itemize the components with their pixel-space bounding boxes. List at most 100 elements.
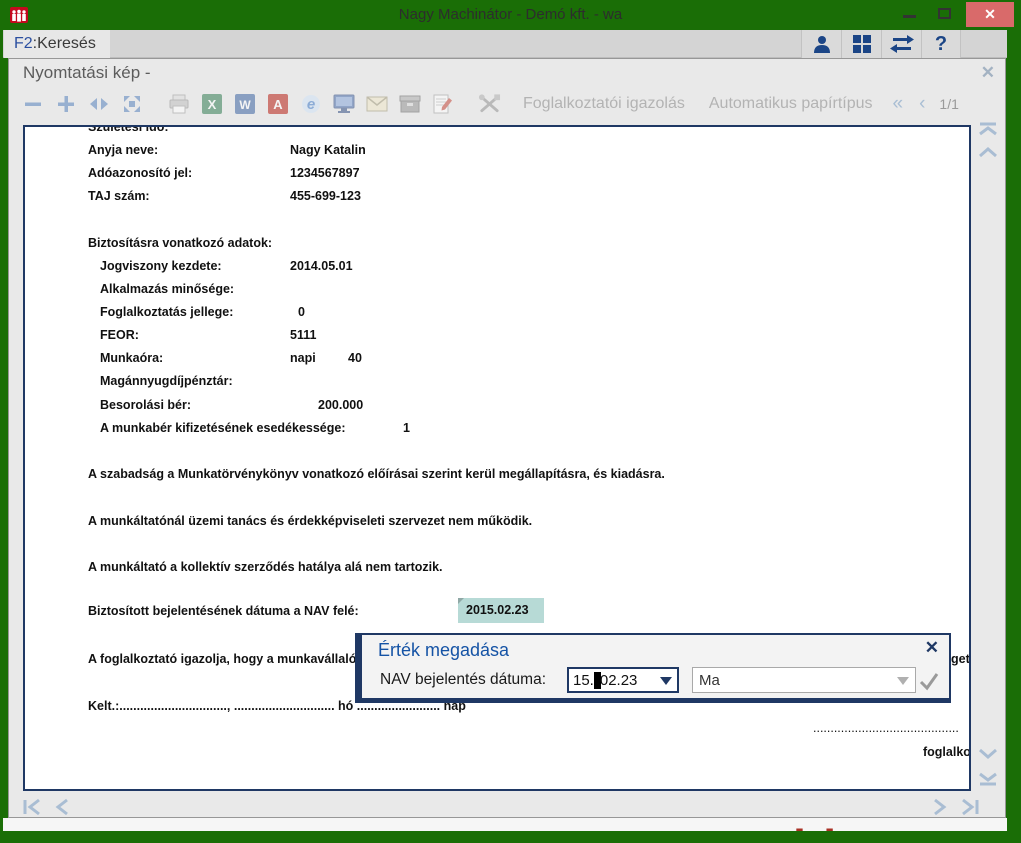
doc-row: FEOR: 5111 xyxy=(25,328,969,348)
nav-date-label: Biztosított bejelentésének dátuma a NAV … xyxy=(88,604,359,618)
help-button[interactable]: ? xyxy=(921,30,961,58)
chevron-left-icon xyxy=(55,798,68,816)
edit-page-icon xyxy=(433,94,452,114)
zoom-in-icon xyxy=(57,96,74,112)
user-button[interactable] xyxy=(801,30,841,58)
svg-text:A: A xyxy=(273,97,283,112)
first-page-icon[interactable]: « xyxy=(893,93,904,115)
browser-button[interactable]: e xyxy=(299,93,322,116)
svg-text:W: W xyxy=(239,98,251,112)
preset-value: Ma xyxy=(699,671,720,689)
preset-dropdown-icon xyxy=(897,677,909,685)
date-dropdown-icon[interactable] xyxy=(660,677,672,685)
chevron-far-right-icon xyxy=(962,798,979,816)
tools-icon xyxy=(478,94,501,113)
value-entry-dialog: Érték megadása ✕ NAV bejelentés dátuma: … xyxy=(355,633,951,703)
edit-button[interactable] xyxy=(431,93,454,116)
pdf-icon: A xyxy=(267,94,288,114)
field-value: napi xyxy=(290,351,316,365)
fit-page-button[interactable] xyxy=(120,93,143,116)
search-tab-label: :Keresés xyxy=(32,35,96,52)
screen-button[interactable] xyxy=(332,93,355,116)
field-label: A munkabér kifizetésének esedékessége: xyxy=(100,421,346,435)
minimize-button[interactable] xyxy=(903,15,916,18)
title-bar: Nagy Machinátor - Demó kft. - wa ✕ xyxy=(0,0,1021,30)
scroll-top-button[interactable] xyxy=(977,121,999,142)
print-button[interactable] xyxy=(167,93,190,116)
maximize-button[interactable] xyxy=(938,8,951,19)
svg-text:e: e xyxy=(306,96,314,113)
date-preset-select[interactable]: Ma xyxy=(692,667,916,693)
email-button[interactable] xyxy=(365,93,388,116)
field-value: 200.000 xyxy=(318,398,364,412)
signature-dots: ........................................… xyxy=(813,721,959,735)
window-frame-bottom xyxy=(0,831,1021,843)
scroll-bottom-button[interactable] xyxy=(977,771,999,792)
zoom-out-button[interactable] xyxy=(21,93,44,116)
report-name-label: Foglalkoztatói igazolás xyxy=(523,95,685,112)
user-icon xyxy=(813,36,830,53)
scroll-up-button[interactable] xyxy=(977,145,999,164)
close-button[interactable]: ✕ xyxy=(966,2,1014,27)
fit-page-icon xyxy=(123,96,140,112)
export-word-button[interactable]: W xyxy=(233,93,256,116)
field-value: 40 xyxy=(348,351,362,365)
insurance-section-title: Biztosításra vonatkozó adatok: xyxy=(88,236,273,250)
page-indicator: 1/1 xyxy=(939,96,959,112)
brand-watermark: machinator xyxy=(695,819,963,831)
chevron-far-left-icon xyxy=(23,798,40,816)
doc-row: Alkalmazás minősége: xyxy=(25,282,969,302)
field-label: Alkalmazás minősége: xyxy=(100,282,235,296)
transfer-button[interactable] xyxy=(881,30,921,58)
scroll-down-button[interactable] xyxy=(977,747,999,766)
doc-row: A munkabér kifizetésének esedékessége: 1 xyxy=(25,421,969,441)
preview-close-icon[interactable]: ✕ xyxy=(981,63,995,83)
field-label: Foglalkoztatás jellege: xyxy=(100,305,234,319)
excel-icon: X xyxy=(201,94,222,114)
doc-paragraph: A munkáltatónál üzemi tanács és érdekkép… xyxy=(88,514,533,528)
zoom-out-icon xyxy=(24,102,41,106)
doc-paragraph: A szabadság a Munkatörvénykönyv vonatkoz… xyxy=(88,467,665,481)
prev-page-icon[interactable]: ‹ xyxy=(919,93,925,115)
modules-button[interactable] xyxy=(841,30,881,58)
doc-row: Magánnyugdíjpénztár: xyxy=(25,374,969,394)
checkmark-icon xyxy=(919,673,939,691)
field-value: 1234567897 xyxy=(290,166,360,180)
preview-toolbar: X W A e Foglalkoztatói igazolás Automati… xyxy=(21,89,959,119)
dialog-title: Érték megadása xyxy=(378,640,510,660)
nav-date-input[interactable]: 15. 02.23 xyxy=(567,667,679,693)
help-icon: ? xyxy=(934,32,948,55)
confirm-button[interactable] xyxy=(917,669,941,693)
fit-width-button[interactable] xyxy=(87,93,110,116)
chevron-up-bar-icon xyxy=(979,122,997,136)
employer-statement-cont: get t xyxy=(951,652,970,666)
preview-title: Nyomtatási kép - xyxy=(23,63,151,82)
doc-row: Foglalkoztatás jellege: 0 xyxy=(25,305,969,325)
fit-width-icon xyxy=(89,98,108,110)
field-value: 455-699-123 xyxy=(290,189,361,203)
modules-grid-icon xyxy=(852,35,871,53)
doc-row: Jogviszony kezdete: 2014.05.01 xyxy=(25,259,969,279)
archive-button[interactable] xyxy=(398,93,421,116)
svg-text:X: X xyxy=(207,97,216,112)
dialog-close-icon[interactable]: ✕ xyxy=(925,638,939,658)
chevron-right-icon xyxy=(934,798,947,816)
zoom-in-button[interactable] xyxy=(54,93,77,116)
search-tab[interactable]: F2:Keresés xyxy=(4,30,110,58)
doc-row: Besorolási bér: 200.000 xyxy=(25,398,969,418)
field-value: 2014.05.01 xyxy=(290,259,353,273)
archive-box-icon xyxy=(399,95,420,113)
menu-icon-group: ? xyxy=(801,30,961,58)
doc-row: Anyja neve: Nagy Katalin xyxy=(25,143,969,163)
chevron-down-bar-icon xyxy=(979,772,997,786)
export-pdf-button[interactable]: A xyxy=(266,93,289,116)
envelope-icon xyxy=(366,96,387,112)
chevron-up-icon xyxy=(979,147,997,158)
transfer-arrows-icon xyxy=(889,35,914,53)
nav-date-highlight[interactable]: 2015.02.23 xyxy=(458,598,544,623)
settings-button[interactable] xyxy=(478,93,501,116)
monitor-icon xyxy=(333,94,354,113)
export-excel-button[interactable]: X xyxy=(200,93,223,116)
doc-row: Munkaóra: napi 40 xyxy=(25,351,969,371)
internet-explorer-icon: e xyxy=(301,95,320,113)
